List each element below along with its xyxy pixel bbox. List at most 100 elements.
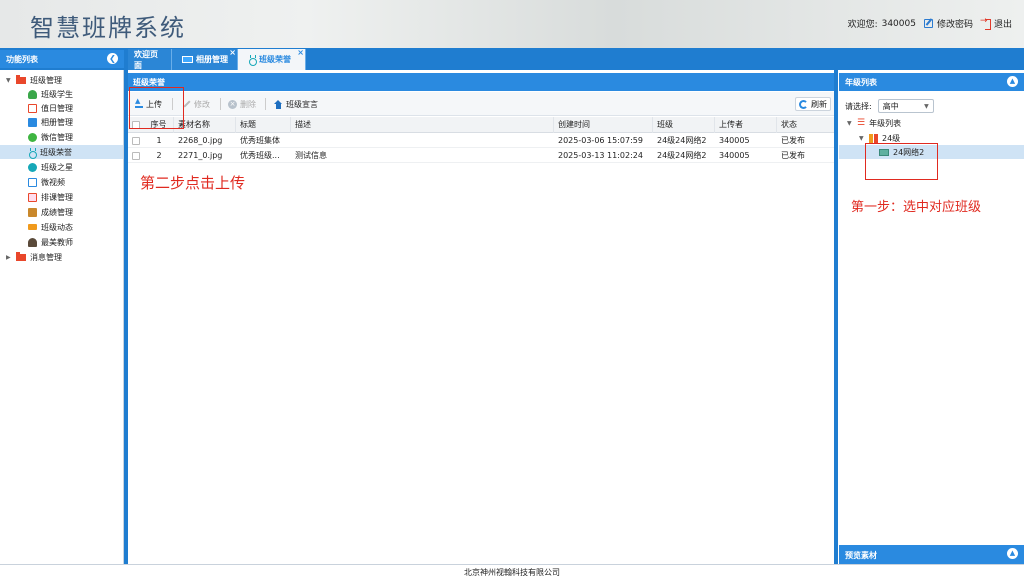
sidebar-group-label: 消息管理 — [30, 252, 62, 262]
sidebar-item-label: 值日管理 — [41, 103, 73, 113]
sidebar-item-label: 班级荣誉 — [40, 147, 72, 157]
tab-honor[interactable]: 班级荣誉 × — [238, 48, 306, 70]
change-password-link[interactable]: 修改密码 — [937, 17, 973, 30]
row-checkbox[interactable] — [132, 152, 140, 160]
panel-title: 班级荣誉 — [128, 73, 834, 91]
grade-select[interactable]: 高中 ▼ — [877, 99, 934, 113]
expand-panel-icon[interactable]: ▲ — [1007, 548, 1018, 559]
sidebar-item-news[interactable]: 班级动态 — [28, 220, 73, 234]
medal-icon — [28, 147, 37, 159]
sidebar-group-messages[interactable]: ▶ 消息管理 — [6, 250, 62, 264]
cell-title: 优秀班级... — [240, 151, 280, 160]
sidebar: ▼ 班级管理 班级学生 值日管理 相册管理 微信管理 班级荣誉 班级之星 微视频… — [0, 70, 124, 564]
sidebar-item-schedule[interactable]: 排课管理 — [28, 190, 73, 204]
sidebar-item-label: 相册管理 — [41, 117, 73, 127]
close-icon[interactable]: × — [229, 48, 236, 57]
row-checkbox[interactable] — [132, 137, 140, 145]
grade-panel-header: 年级列表 ▲ — [839, 73, 1024, 91]
expand-icon[interactable]: ▼ — [6, 77, 12, 84]
column-header[interactable]: 创建时间 — [554, 117, 653, 133]
sidebar-group-class[interactable]: ▼ 班级管理 — [6, 73, 62, 87]
cell-title: 优秀班集体 — [240, 136, 280, 145]
sidebar-item-label: 最美教师 — [41, 237, 73, 247]
tab-label: 班级荣誉 — [259, 55, 291, 64]
sidebar-item-duty[interactable]: 值日管理 — [28, 101, 73, 115]
splitter-right[interactable] — [834, 70, 838, 564]
student-icon — [28, 89, 37, 99]
user-area: 欢迎您: 340005 修改密码 退出 — [848, 16, 1012, 30]
toolbar: 上传 修改 × 删除 班级宣言 刷新 — [128, 92, 834, 116]
app-header: 智慧班牌系统 欢迎您: 340005 修改密码 退出 — [0, 0, 1024, 48]
sidebar-item-label: 排课管理 — [41, 192, 73, 202]
cell-class: 24级24网络2 — [657, 136, 707, 145]
logout-link[interactable]: 退出 — [994, 17, 1012, 30]
tab-label: 欢迎页面 — [134, 49, 158, 70]
table-row[interactable]: 1 2268_0.jpg 优秀班集体 2025-03-06 15:07:59 2… — [128, 133, 834, 148]
sidebar-item-label: 微信管理 — [41, 132, 73, 142]
folder-icon — [16, 251, 26, 261]
logout-icon[interactable] — [980, 16, 991, 30]
cell-status: 已发布 — [781, 151, 805, 160]
sidebar-item-teacher[interactable]: 最美教师 — [28, 235, 73, 249]
cell-class: 24级24网络2 — [657, 151, 707, 160]
sidebar-item-album[interactable]: 相册管理 — [28, 115, 73, 129]
divider — [220, 98, 221, 110]
edit-button[interactable]: 修改 — [180, 97, 213, 111]
refresh-button[interactable]: 刷新 — [795, 97, 831, 111]
chevron-down-icon: ▼ — [924, 102, 929, 110]
star-icon — [28, 162, 37, 172]
list-icon: ☰ — [857, 118, 866, 128]
delete-button[interactable]: × 删除 — [225, 97, 259, 111]
class-highlight-box — [865, 143, 938, 180]
collapse-sidebar-icon[interactable]: ❮ — [107, 53, 118, 64]
edit-icon[interactable] — [923, 19, 933, 28]
medal-icon — [248, 55, 257, 66]
class-motto-button[interactable]: 班级宣言 — [271, 97, 321, 111]
cell-name: 2271_0.jpg — [178, 151, 223, 160]
column-header[interactable]: 标题 — [236, 117, 291, 133]
sidebar-item-label: 微视频 — [41, 177, 65, 187]
preview-panel-title: 预览素材 — [845, 551, 877, 560]
expand-icon[interactable]: ▼ — [859, 135, 865, 142]
tab-welcome[interactable]: 欢迎页面 — [128, 49, 172, 70]
cell-no: 1 — [156, 136, 162, 145]
column-header[interactable]: 班级 — [653, 117, 715, 133]
sidebar-item-students[interactable]: 班级学生 — [28, 87, 73, 101]
tab-bar: 欢迎页面 相册管理 × 班级荣誉 × — [128, 48, 306, 70]
sidebar-item-label: 班级之星 — [41, 162, 73, 172]
pencil-icon — [183, 100, 191, 108]
tree-root[interactable]: ▼ ☰ 年级列表 — [847, 116, 901, 130]
table-header: 序号 素材名称 标题 描述 创建时间 班级 上传者 状态 — [128, 117, 834, 133]
sidebar-header: 功能列表 ❮ — [0, 50, 124, 68]
expand-icon[interactable]: ▼ — [847, 120, 853, 127]
sidebar-item-video[interactable]: 微视频 — [28, 175, 65, 189]
step1-annotation: 第一步：选中对应班级 — [851, 200, 982, 215]
app-title: 智慧班牌系统 — [30, 14, 186, 42]
cell-created: 2025-03-06 15:07:59 — [558, 136, 643, 145]
delete-icon: × — [228, 99, 237, 109]
sidebar-item-wechat[interactable]: 微信管理 — [28, 130, 73, 144]
table-row[interactable]: 2 2271_0.jpg 优秀班级... 测试信息 2025-03-13 11:… — [128, 148, 834, 163]
sidebar-item-label: 成绩管理 — [41, 207, 73, 217]
video-icon — [28, 177, 37, 187]
home-icon — [274, 99, 283, 109]
column-header[interactable]: 上传者 — [715, 117, 777, 133]
tree-grade-label: 24级 — [882, 133, 901, 143]
sidebar-item-grades[interactable]: 成绩管理 — [28, 205, 73, 219]
sidebar-item-honor[interactable]: 班级荣誉 — [0, 145, 123, 159]
cell-uploader: 340005 — [719, 151, 750, 160]
close-icon[interactable]: × — [297, 48, 304, 57]
column-header[interactable]: 描述 — [291, 117, 554, 133]
collapse-panel-icon[interactable]: ▲ — [1007, 76, 1018, 87]
delete-label: 删除 — [240, 99, 256, 109]
cell-desc: 测试信息 — [295, 151, 327, 160]
cell-name: 2268_0.jpg — [178, 136, 223, 145]
cell-desc — [291, 133, 554, 148]
expand-icon[interactable]: ▶ — [6, 254, 12, 261]
cell-no: 2 — [156, 151, 162, 160]
sidebar-title: 功能列表 — [6, 55, 38, 64]
tab-label: 相册管理 — [196, 55, 228, 64]
tab-album[interactable]: 相册管理 × — [172, 48, 238, 70]
sidebar-item-star[interactable]: 班级之星 — [28, 160, 73, 174]
column-header[interactable]: 状态 — [777, 117, 834, 133]
